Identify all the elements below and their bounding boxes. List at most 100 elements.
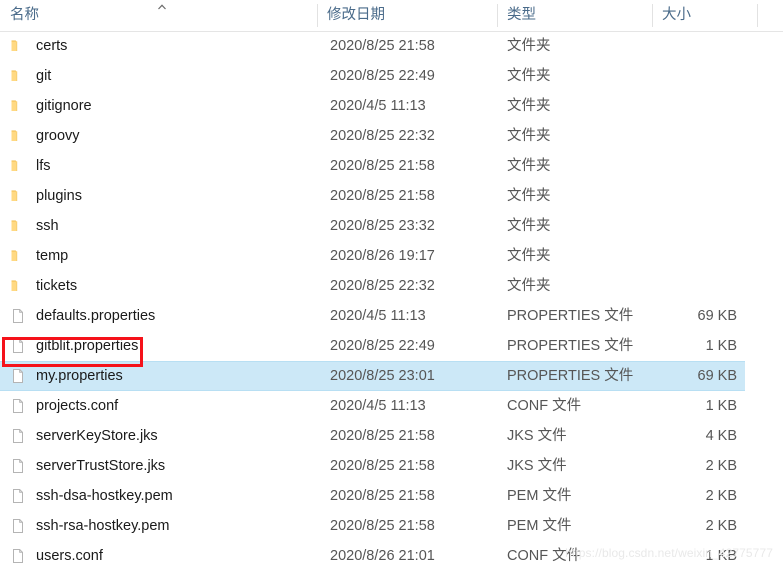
file-name-cell[interactable]: tickets	[0, 271, 317, 301]
file-icon	[10, 308, 26, 324]
file-size-cell	[652, 271, 745, 301]
file-date-modified-cell: 2020/8/25 23:01	[330, 368, 435, 384]
file-name-label: defaults.properties	[36, 308, 156, 324]
file-size-cell	[652, 91, 745, 121]
file-name-label: ssh-rsa-hostkey.pem	[36, 518, 170, 534]
file-name-label: gitignore	[36, 98, 92, 114]
file-name-cell[interactable]: ssh-dsa-hostkey.pem	[0, 481, 317, 511]
file-name-cell[interactable]: git	[0, 61, 317, 91]
file-row[interactable]: gitblit.properties 2020/8/25 22:49 PROPERT…	[0, 331, 783, 361]
file-row[interactable]: serverTrustStore.jks 2020/8/25 21:58 JKS 文…	[0, 451, 783, 481]
column-header-name-label: 名称	[10, 7, 39, 23]
folder-icon	[10, 188, 26, 204]
file-name-label: serverKeyStore.jks	[36, 428, 158, 444]
column-header-row: 名称 修改日期 类型 大小	[0, 0, 783, 32]
file-row[interactable]: ssh-dsa-hostkey.pem 2020/8/25 21:58 PEM 文件…	[0, 481, 783, 511]
file-date-modified-cell: 2020/8/25 22:49	[330, 68, 435, 84]
file-name-label: my.properties	[36, 368, 123, 384]
file-type-cell: PROPERTIES 文件	[507, 338, 634, 354]
file-name-cell[interactable]: serverTrustStore.jks	[0, 451, 317, 481]
file-row[interactable]: lfs 2020/8/25 21:58 文件夹	[0, 151, 783, 181]
file-name-cell[interactable]: certs	[0, 31, 317, 61]
file-row[interactable]: gitignore 2020/4/5 11:13 文件夹	[0, 91, 783, 121]
file-row[interactable]: plugins 2020/8/25 21:58 文件夹	[0, 181, 783, 211]
file-name-label: serverTrustStore.jks	[36, 458, 166, 474]
folder-icon	[10, 278, 26, 294]
file-name-cell[interactable]: users.conf	[0, 541, 317, 571]
file-size-cell	[652, 211, 745, 241]
file-name-cell[interactable]: temp	[0, 241, 317, 271]
folder-icon	[10, 128, 26, 144]
column-divider-2[interactable]	[497, 4, 498, 27]
file-name-label: ssh-dsa-hostkey.pem	[36, 488, 173, 504]
file-name-cell[interactable]: plugins	[0, 181, 317, 211]
file-name-cell[interactable]: lfs	[0, 151, 317, 181]
file-size-cell: 4 KB	[705, 428, 737, 444]
file-row[interactable]: groovy 2020/8/25 22:32 文件夹	[0, 121, 783, 151]
column-header-size[interactable]: 大小	[652, 0, 757, 31]
column-divider-1[interactable]	[317, 4, 318, 27]
folder-icon	[10, 68, 26, 84]
file-name-label: projects.conf	[36, 398, 119, 414]
file-row[interactable]: temp 2020/8/26 19:17 文件夹	[0, 241, 783, 271]
file-name-cell[interactable]: groovy	[0, 121, 317, 151]
file-name-label: git	[36, 68, 52, 84]
sort-ascending-caret-icon	[155, 2, 169, 12]
file-date-modified-cell: 2020/8/25 21:58	[330, 488, 435, 504]
file-name-label: temp	[36, 248, 69, 264]
file-row[interactable]: my.properties 2020/8/25 23:01 PROPERTIES 文…	[0, 361, 783, 391]
file-size-cell	[652, 31, 745, 61]
file-name-cell[interactable]: ssh-rsa-hostkey.pem	[0, 511, 317, 541]
file-name-cell[interactable]: serverKeyStore.jks	[0, 421, 317, 451]
file-row[interactable]: defaults.properties 2020/4/5 11:13 PROPERT…	[0, 301, 783, 331]
column-header-type[interactable]: 类型	[497, 0, 652, 31]
file-date-modified-cell: 2020/8/25 23:32	[330, 218, 435, 234]
file-size-cell	[652, 241, 745, 271]
file-explorer-list-view: 名称 修改日期 类型 大小 certs 2020/8/25 21:58 文件夹 git…	[0, 0, 783, 568]
file-name-cell[interactable]: ssh	[0, 211, 317, 241]
file-row[interactable]: tickets 2020/8/25 22:32 文件夹	[0, 271, 783, 301]
file-type-cell: 文件夹	[507, 158, 551, 174]
folder-icon	[10, 98, 26, 114]
file-type-cell: CONF 文件	[507, 398, 582, 414]
file-row[interactable]: serverKeyStore.jks 2020/8/25 21:58 JKS 文件 4…	[0, 421, 783, 451]
file-date-modified-cell: 2020/8/25 21:58	[330, 158, 435, 174]
file-type-cell: PEM 文件	[507, 518, 572, 534]
file-icon	[10, 518, 26, 534]
file-row[interactable]: git 2020/8/25 22:49 文件夹	[0, 61, 783, 91]
file-date-modified-cell: 2020/8/25 21:58	[330, 188, 435, 204]
file-icon	[10, 548, 26, 564]
column-divider-4[interactable]	[757, 4, 758, 27]
file-name-cell[interactable]: projects.conf	[0, 391, 317, 421]
file-size-cell: 69 KB	[697, 308, 738, 324]
file-icon	[10, 488, 26, 504]
file-name-cell[interactable]: my.properties	[0, 361, 317, 391]
file-date-modified-cell: 2020/8/25 21:58	[330, 38, 435, 54]
file-icon	[10, 338, 26, 354]
file-date-modified-cell: 2020/8/25 21:58	[330, 428, 435, 444]
file-row[interactable]: ssh-rsa-hostkey.pem 2020/8/25 21:58 PEM 文件…	[0, 511, 783, 541]
file-type-cell: 文件夹	[507, 98, 551, 114]
file-row[interactable]: certs 2020/8/25 21:58 文件夹	[0, 31, 783, 61]
file-type-cell: PEM 文件	[507, 488, 572, 504]
column-header-date-modified[interactable]: 修改日期	[317, 0, 497, 31]
file-row[interactable]: ssh 2020/8/25 23:32 文件夹	[0, 211, 783, 241]
file-name-label: groovy	[36, 128, 80, 144]
file-date-modified-cell: 2020/8/26 21:01	[330, 548, 435, 564]
file-type-cell: 文件夹	[507, 128, 551, 144]
file-name-label: lfs	[36, 158, 51, 174]
column-divider-3[interactable]	[652, 4, 653, 27]
file-icon	[10, 398, 26, 414]
file-row[interactable]: projects.conf 2020/4/5 11:13 CONF 文件 1 KB	[0, 391, 783, 421]
file-size-cell: 69 KB	[697, 368, 738, 384]
column-header-date-modified-label: 修改日期	[327, 7, 385, 23]
file-name-cell[interactable]: gitignore	[0, 91, 317, 121]
file-name-cell[interactable]: defaults.properties	[0, 301, 317, 331]
file-date-modified-cell: 2020/8/25 21:58	[330, 518, 435, 534]
file-name-label: ssh	[36, 218, 59, 234]
column-header-type-label: 类型	[507, 7, 536, 23]
file-name-cell[interactable]: gitblit.properties	[0, 331, 317, 361]
file-type-cell: PROPERTIES 文件	[507, 308, 634, 324]
file-icon	[10, 428, 26, 444]
file-size-cell: 1 KB	[705, 338, 737, 354]
